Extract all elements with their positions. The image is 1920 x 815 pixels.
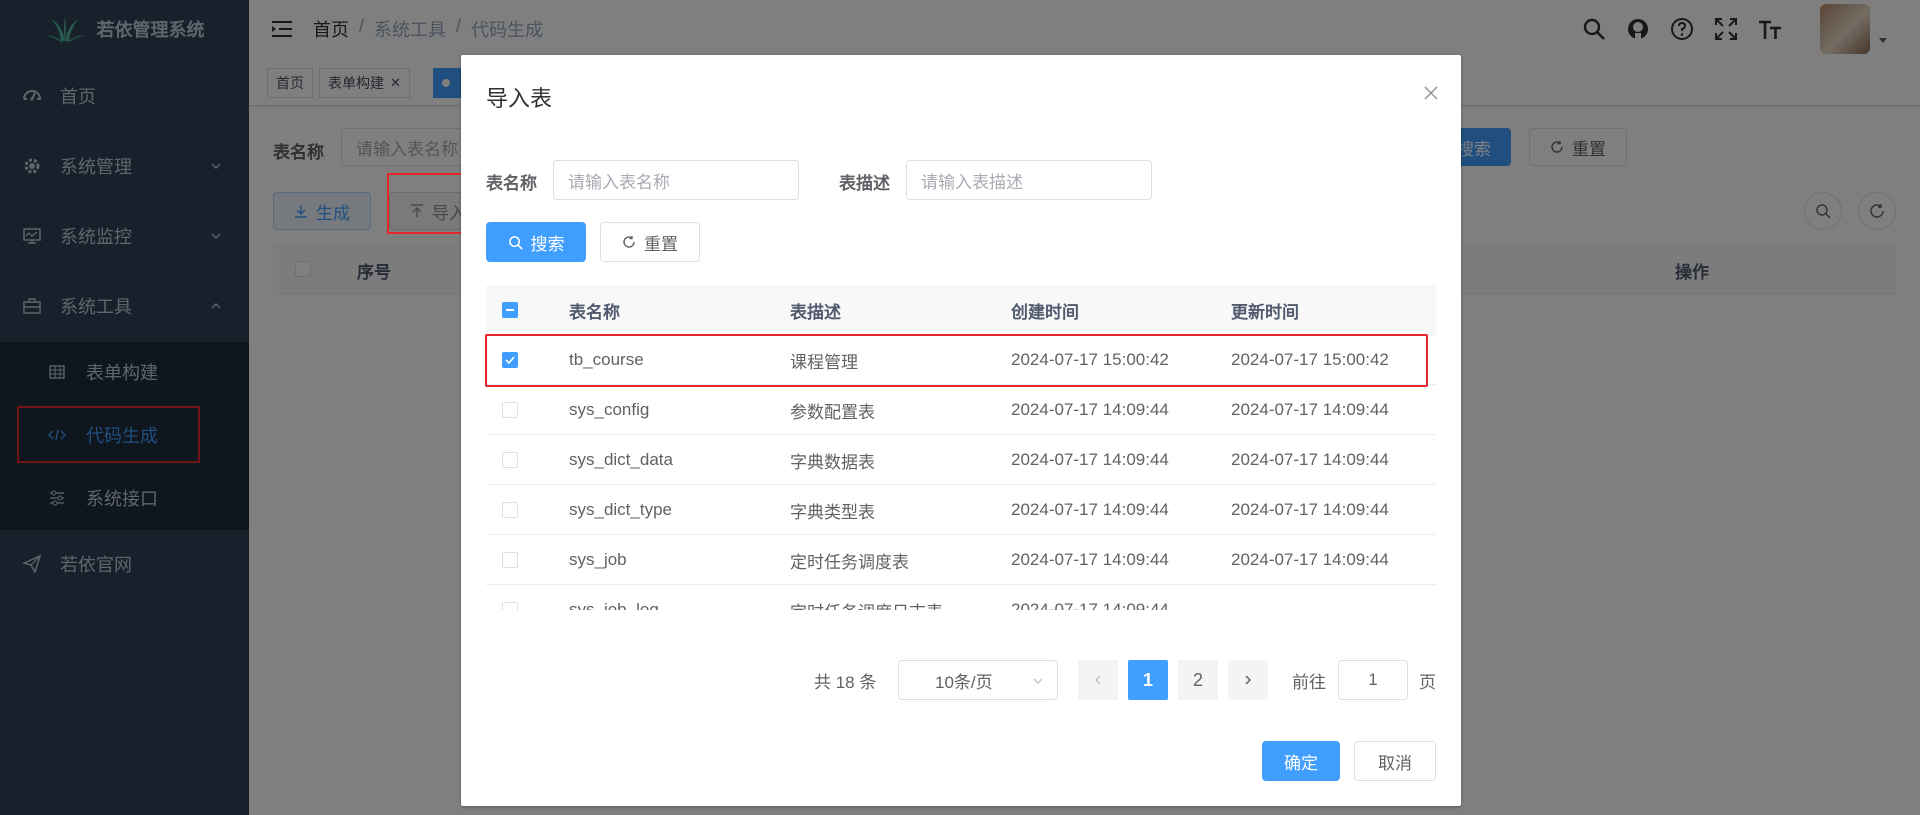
cell-table-desc: 参数配置表: [790, 402, 875, 422]
prev-page-button[interactable]: [1078, 660, 1118, 700]
page-suffix: 页: [1419, 672, 1436, 692]
dialog-table-name-input[interactable]: 请输入表名称: [553, 160, 799, 200]
cell-table-desc: 字典类型表: [790, 502, 875, 522]
dialog-title: 导入表: [486, 86, 553, 111]
table-row[interactable]: sys_job 定时任务调度表 2024-07-17 14:09:44 2024…: [486, 535, 1436, 585]
cell-updated-time: 2024-07-17 14:09:44: [1231, 400, 1389, 419]
cell-created-time: 2024-07-17 14:09:44: [1011, 400, 1169, 419]
refresh-icon: [623, 236, 635, 248]
row-checkbox[interactable]: [502, 552, 518, 568]
cell-created-time: 2024-07-17 14:09:44: [1011, 600, 1169, 610]
dialog-reset-button[interactable]: 重置: [600, 222, 700, 262]
import-table-dialog: 导入表 表名称 请输入表名称 表描述 请输入表描述 搜索 重置 表名称 表描述 …: [461, 55, 1461, 806]
cell-table-desc: 定时任务调度表: [790, 552, 909, 572]
table-row[interactable]: sys_job_log 定时任务调度日志表 2024-07-17 14:09:4…: [486, 585, 1436, 610]
pagination-total: 共 18 条: [814, 672, 877, 692]
dialog-table-desc-input[interactable]: 请输入表描述: [906, 160, 1152, 200]
table-header: 表名称 表描述 创建时间 更新时间: [486, 285, 1436, 335]
search-label: 搜索: [530, 234, 565, 254]
column-table-desc: 表描述: [790, 302, 841, 322]
cell-table-name: sys_job: [569, 550, 627, 569]
cell-table-desc: 定时任务调度日志表: [790, 585, 943, 611]
row-checkbox[interactable]: [502, 602, 518, 610]
cancel-button[interactable]: 取消: [1354, 741, 1436, 781]
row-checkbox[interactable]: [502, 452, 518, 468]
table-row[interactable]: sys_config 参数配置表 2024-07-17 14:09:44 202…: [486, 385, 1436, 435]
page-size-select[interactable]: 10条/页: [898, 660, 1058, 700]
row-checkbox[interactable]: [502, 402, 518, 418]
table-row[interactable]: sys_dict_data 字典数据表 2024-07-17 14:09:44 …: [486, 435, 1436, 485]
cell-table-name: sys_dict_type: [569, 500, 672, 519]
close-icon[interactable]: [1423, 85, 1439, 101]
page-1-button[interactable]: 1: [1128, 660, 1168, 700]
column-updated-time: 更新时间: [1231, 302, 1299, 322]
dialog-search-button[interactable]: 搜索: [486, 222, 586, 262]
column-table-name: 表名称: [569, 302, 620, 322]
cell-updated-time: 2024-07-17 14:09:44: [1231, 450, 1389, 469]
cell-table-name: sys_config: [569, 400, 650, 419]
table-row[interactable]: sys_dict_type 字典类型表 2024-07-17 14:09:44 …: [486, 485, 1436, 535]
search-icon: [508, 235, 523, 250]
cell-created-time: 2024-07-17 14:09:44: [1011, 500, 1169, 519]
confirm-button[interactable]: 确定: [1262, 741, 1340, 781]
next-page-button[interactable]: [1228, 660, 1268, 700]
row-checkbox[interactable]: [502, 502, 518, 518]
chevron-right-icon: [1245, 675, 1252, 685]
goto-page-input[interactable]: 1: [1338, 660, 1408, 700]
cell-updated-time: 2024-07-17 14:09:44: [1231, 500, 1389, 519]
cell-table-desc: 字典数据表: [790, 452, 875, 472]
highlight-selected-row: [485, 334, 1428, 387]
select-all-checkbox[interactable]: [502, 302, 518, 318]
reset-label: 重置: [644, 234, 678, 254]
cell-table-name: sys_job_log: [569, 600, 659, 610]
chevron-left-icon: [1094, 675, 1101, 685]
page-2-button[interactable]: 2: [1178, 660, 1218, 700]
cell-created-time: 2024-07-17 14:09:44: [1011, 450, 1169, 469]
goto-label: 前往: [1292, 672, 1326, 692]
cell-table-name: sys_dict_data: [569, 450, 673, 469]
dialog-table-name-label: 表名称: [486, 174, 537, 193]
column-created-time: 创建时间: [1011, 302, 1079, 322]
cell-created-time: 2024-07-17 14:09:44: [1011, 550, 1169, 569]
page-size-value: 10条/页: [935, 672, 993, 692]
chevron-down-icon: [1033, 678, 1043, 685]
dialog-table-desc-label: 表描述: [839, 174, 890, 193]
cell-updated-time: 2024-07-17 14:09:44: [1231, 550, 1389, 569]
